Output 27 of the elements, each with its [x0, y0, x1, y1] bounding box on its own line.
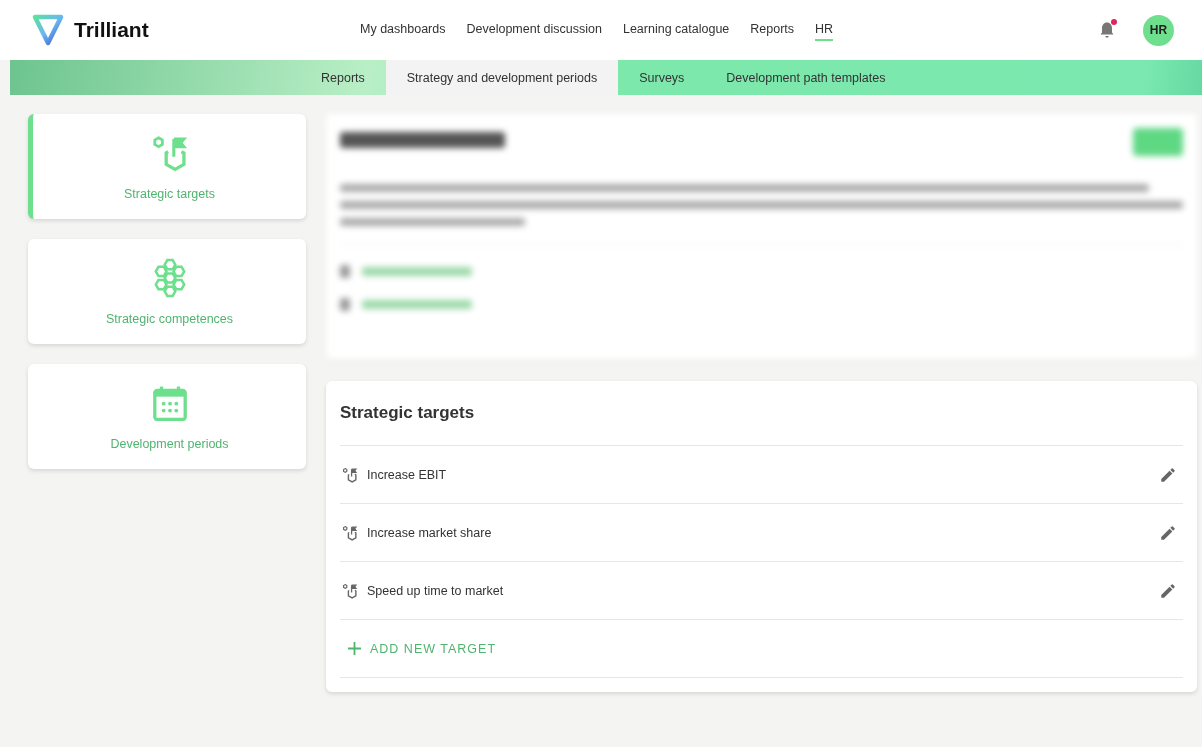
pencil-icon[interactable]	[1159, 465, 1177, 484]
sidebar-card-label: Strategic competences	[105, 311, 234, 326]
brand-name: Trilliant	[74, 18, 149, 42]
target-flag-icon	[342, 524, 358, 541]
target-name: Speed up time to market	[367, 583, 505, 598]
nav-link[interactable]: Development discussion	[466, 19, 602, 41]
sub-tab[interactable]: Strategy and development periods	[385, 60, 619, 95]
card-title: Strategic targets	[340, 402, 476, 424]
sidebar-card-label: Strategic targets	[124, 186, 215, 201]
target-name: Increase EBIT	[367, 467, 448, 482]
nav-link[interactable]: HR	[815, 19, 834, 41]
pencil-icon[interactable]	[1159, 581, 1177, 600]
nav-link[interactable]: Learning catalogue	[622, 19, 730, 41]
bell-icon[interactable]	[1099, 21, 1115, 39]
target-flag-icon	[342, 466, 358, 483]
logo-icon	[30, 13, 66, 47]
user-avatar[interactable]: HR	[1143, 14, 1174, 46]
nav-link[interactable]: Reports	[750, 19, 795, 41]
sub-tab[interactable]: Development path templates	[705, 60, 907, 95]
plus-icon	[348, 642, 361, 655]
target-name: Increase market share	[367, 525, 493, 540]
sub-tab[interactable]: Reports	[300, 60, 386, 95]
nav-link[interactable]: My dashboards	[360, 19, 446, 41]
pencil-icon[interactable]	[1159, 523, 1177, 542]
target-flag-icon	[342, 582, 358, 599]
sidebar-card-label: Development periods	[110, 436, 229, 451]
sub-tab[interactable]: Surveys	[618, 60, 706, 95]
